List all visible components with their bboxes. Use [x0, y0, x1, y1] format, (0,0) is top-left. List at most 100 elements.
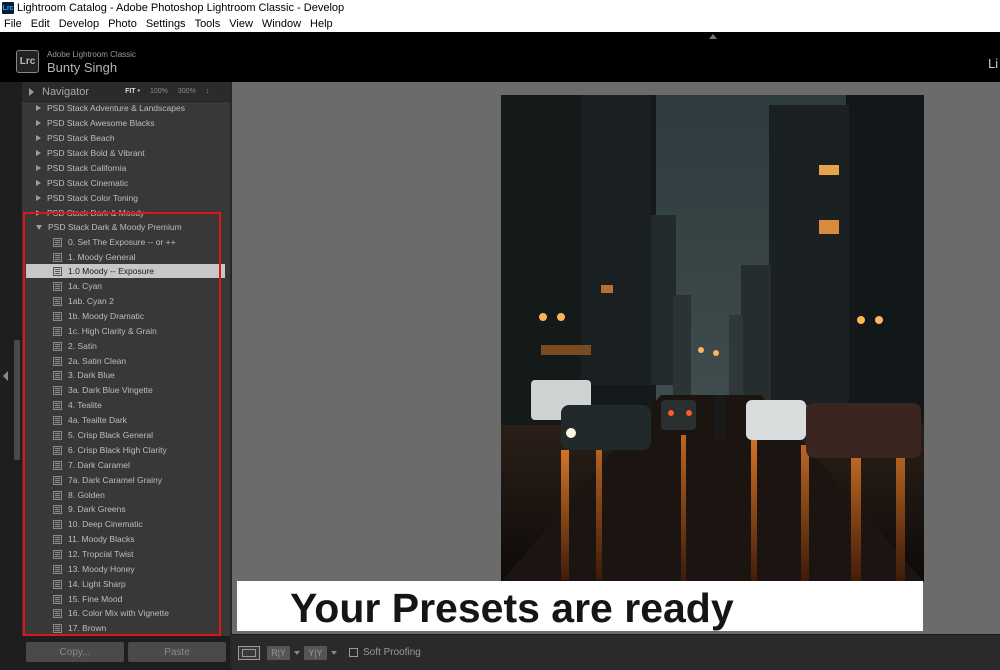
menu-window[interactable]: Window [262, 18, 301, 30]
expand-triangle-icon[interactable] [36, 165, 41, 171]
soft-proofing-checkbox[interactable] [349, 648, 358, 657]
loupe-view-button[interactable] [238, 646, 260, 660]
preset-group-label: PSD Stack Dark & Moody [47, 208, 145, 218]
preset-item[interactable]: 17. Brown [26, 621, 225, 635]
preset-item[interactable]: 3a. Dark Blue Vingette [26, 383, 225, 397]
before-after-left-right-button[interactable]: R|Y [267, 646, 290, 660]
menu-photo[interactable]: Photo [108, 18, 137, 30]
module-picker-label[interactable]: Li [988, 56, 998, 71]
window-title: Lightroom Catalog - Adobe Photoshop Ligh… [17, 2, 345, 14]
preset-group-label: PSD Stack Adventure & Landscapes [47, 103, 185, 113]
preset-item[interactable]: 6. Crisp Black High Clarity [26, 443, 225, 457]
expand-triangle-icon[interactable] [36, 210, 41, 216]
preset-item[interactable]: 4a. Teailte Dark [26, 413, 225, 427]
zoom-100[interactable]: 100% [150, 88, 168, 95]
preset-item-label: 11. Moody Blacks [68, 534, 135, 544]
preset-icon [53, 504, 62, 514]
preset-item[interactable]: 1a. Cyan [26, 279, 225, 293]
zoom-menu-icon[interactable]: ↕ [206, 88, 210, 95]
menu-view[interactable]: View [229, 18, 253, 30]
preset-item-label: 1a. Cyan [68, 281, 103, 291]
preset-group-label: PSD Stack Awesome Blacks [47, 118, 155, 128]
preset-item[interactable]: 5. Crisp Black General [26, 428, 225, 442]
preset-item-selected[interactable]: 1.0 Moody -- Exposure [26, 264, 225, 278]
preset-item[interactable]: 3. Dark Blue [26, 368, 225, 382]
preset-group[interactable]: PSD Stack Cinematic [26, 176, 225, 190]
preset-group-label: PSD Stack Dark & Moody Premium [48, 222, 182, 232]
paste-button[interactable]: Paste [128, 642, 226, 662]
preset-item[interactable]: 15. Fine Mood [26, 592, 225, 606]
preset-item-label: 2. Satin [68, 341, 97, 351]
menu-develop[interactable]: Develop [59, 18, 99, 30]
preset-item[interactable]: 14. Light Sharp [26, 577, 225, 591]
expand-triangle-icon[interactable] [36, 150, 41, 156]
expand-triangle-icon[interactable] [36, 135, 41, 141]
menu-file[interactable]: File [4, 18, 22, 30]
expand-triangle-icon[interactable] [29, 87, 34, 96]
preset-group[interactable]: PSD Stack Bold & Vibrant [26, 146, 225, 160]
expand-triangle-icon[interactable] [36, 105, 41, 111]
preset-group[interactable]: PSD Stack Color Toning [26, 191, 225, 205]
preset-item-label: 1ab. Cyan 2 [68, 296, 114, 306]
preset-item[interactable]: 9. Dark Greens [26, 502, 225, 516]
preset-icon [53, 430, 62, 440]
preset-item[interactable]: 7. Dark Caramel [26, 458, 225, 472]
product-name: Adobe Lightroom Classic [47, 50, 136, 59]
copy-button[interactable]: Copy... [26, 642, 124, 662]
lrc-logo-icon: Lrc [16, 50, 39, 73]
preset-item[interactable]: 7a. Dark Caramel Grainy [26, 473, 225, 487]
preset-item[interactable]: 1ab. Cyan 2 [26, 294, 225, 308]
chevron-down-icon[interactable] [294, 651, 300, 655]
navigator-header[interactable]: Navigator FIT • 100% 300% ↕ [22, 82, 230, 102]
preset-item-label: 4a. Teailte Dark [68, 415, 127, 425]
promo-banner: Your Presets are ready [237, 581, 923, 631]
collapse-triangle-icon[interactable] [36, 224, 42, 230]
preset-item[interactable]: 4. Tealite [26, 398, 225, 412]
preset-group[interactable]: PSD Stack Dark & Moody [26, 206, 225, 220]
expand-triangle-icon[interactable] [36, 120, 41, 126]
preset-item[interactable]: 1b. Moody Dramatic [26, 309, 225, 323]
preset-item[interactable]: 11. Moody Blacks [26, 532, 225, 546]
menu-tools[interactable]: Tools [195, 18, 221, 30]
expand-triangle-icon[interactable] [36, 180, 41, 186]
menu-edit[interactable]: Edit [31, 18, 50, 30]
preset-item[interactable]: 0. Set The Exposure -- or ++ [26, 235, 225, 249]
preset-item[interactable]: 1c. High Clarity & Grain [26, 324, 225, 338]
preset-group-label: PSD Stack Color Toning [47, 193, 139, 203]
menu-settings[interactable]: Settings [146, 18, 186, 30]
menu-bar: File Edit Develop Photo Settings Tools V… [0, 16, 1000, 32]
collapse-top-panel-icon[interactable] [709, 34, 717, 39]
preset-group-label: PSD Stack Beach [47, 133, 115, 143]
preset-group[interactable]: PSD Stack California [26, 161, 225, 175]
preset-group-label: PSD Stack California [47, 163, 127, 173]
preset-item[interactable]: 1. Moody General [26, 250, 225, 264]
before-after-top-bottom-button[interactable]: Y|Y [304, 646, 327, 660]
preset-icon [53, 296, 62, 306]
expand-triangle-icon[interactable] [36, 195, 41, 201]
preset-item-label: 15. Fine Mood [68, 594, 123, 604]
preset-item[interactable]: 13. Moody Honey [26, 562, 225, 576]
image-canvas[interactable]: Your Presets are ready [232, 82, 1000, 634]
preset-group[interactable]: PSD Stack Awesome Blacks [26, 116, 225, 130]
zoom-300[interactable]: 300% [178, 88, 196, 95]
menu-help[interactable]: Help [310, 18, 333, 30]
zoom-fit[interactable]: FIT • [125, 88, 140, 95]
preset-icon [53, 519, 62, 529]
preset-item[interactable]: 16. Color Mix with Vignette [26, 606, 225, 620]
preset-item[interactable]: 2a. Satin Clean [26, 354, 225, 368]
left-panel-scrollbar[interactable] [14, 340, 20, 460]
preset-group-expanded[interactable]: PSD Stack Dark & Moody Premium [26, 220, 225, 234]
preset-item-label: 1.0 Moody -- Exposure [68, 266, 154, 276]
preset-item-label: 3a. Dark Blue Vingette [68, 385, 153, 395]
chevron-down-icon[interactable] [331, 651, 337, 655]
collapse-left-panel-icon[interactable] [3, 371, 8, 381]
preset-group[interactable]: PSD Stack Adventure & Landscapes [26, 102, 225, 115]
preset-item[interactable]: 2. Satin [26, 339, 225, 353]
preset-item[interactable]: 12. Tropcial Twist [26, 547, 225, 561]
preset-item-label: 7. Dark Caramel [68, 460, 130, 470]
preset-group[interactable]: PSD Stack Beach [26, 131, 225, 145]
loupe-view-icon [242, 649, 256, 657]
preset-icon [53, 385, 62, 395]
preset-item[interactable]: 10. Deep Cinematic [26, 517, 225, 531]
preset-item[interactable]: 8. Golden [26, 488, 225, 502]
